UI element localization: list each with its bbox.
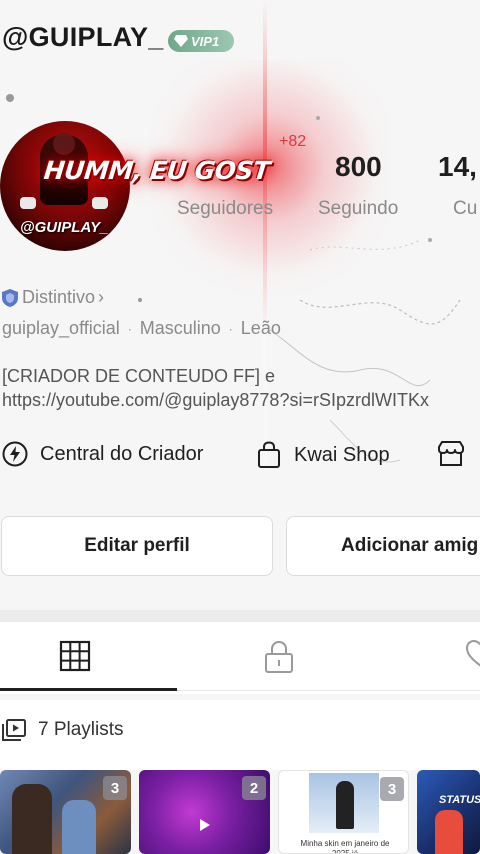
kwai-shop-link[interactable]: Kwai Shop [256, 441, 390, 469]
thumbnail-caption: Minha skin em janeiro de 2025 já [300, 839, 390, 854]
profile-username: @GUIPLAY_ [2, 22, 164, 52]
vip-badge-label: VIP1 [191, 33, 220, 49]
chevron-right-icon: › [98, 287, 105, 307]
section-divider [0, 610, 480, 622]
kwai-shop-label: Kwai Shop [294, 443, 390, 466]
creator-center-link[interactable]: Central do Criador [2, 441, 203, 467]
grid-icon[interactable] [59, 640, 91, 672]
overlay-banner-text: HUMM, EU GOST [42, 156, 272, 185]
likes-count[interactable]: 14, [438, 151, 477, 183]
diamond-icon [174, 35, 188, 47]
playlist-count-badge: 3 [380, 777, 404, 801]
bio-link[interactable]: https://youtube.com/@guiplay8778?si=rSIp… [2, 388, 429, 412]
profile-sign: Leão [240, 318, 281, 338]
badge-label: Distintivo [22, 287, 96, 307]
playlists-header[interactable]: 7 Playlists [2, 719, 124, 741]
light-streak-overlay [263, 0, 267, 560]
add-friend-button[interactable]: Adicionar amig [286, 516, 480, 576]
thumbnail-figure [336, 781, 354, 829]
badge-link[interactable]: Distintivo › [2, 287, 104, 308]
profile-bio: [CRIADOR DE CONTEUDO FF] e https://youtu… [2, 364, 429, 412]
heart-icon[interactable] [466, 640, 480, 668]
bio-line: [CRIADOR DE CONTEUDO FF] e [2, 366, 276, 386]
shield-icon [2, 288, 18, 307]
likes-label[interactable]: Cu [453, 198, 477, 220]
edit-profile-button[interactable]: Editar perfil [1, 516, 273, 576]
playlist-thumbnail[interactable]: 2 [139, 770, 270, 854]
playlist-icon [2, 719, 26, 741]
thumbnail-caption: STATUS [439, 794, 480, 806]
vip-badge[interactable]: VIP1 [168, 30, 234, 52]
separator-dot: · [228, 322, 233, 337]
profile-gender: Masculino [139, 318, 221, 338]
avatar-shoe-right [92, 197, 108, 209]
playlists-label: 7 Playlists [38, 719, 124, 740]
avatar-shoe-left [20, 197, 36, 209]
notification-count: +82 [279, 133, 307, 150]
playlist-count-badge: 3 [103, 776, 127, 800]
separator-dot: · [127, 322, 132, 337]
profile-page: @GUIPLAY_ VIP1 @GUIPLAY_ HUMM, EU GOST +… [0, 0, 480, 854]
following-count[interactable]: 800 [335, 151, 382, 183]
followers-label[interactable]: Seguidores [177, 198, 273, 220]
avatar-watermark: @GUIPLAY_ [20, 219, 109, 236]
content-tab-bar [0, 622, 480, 694]
lightning-icon [2, 441, 28, 467]
playlist-thumbnail[interactable]: STATUS [417, 770, 480, 854]
playlist-thumbnail[interactable]: 3 [0, 770, 131, 854]
store-icon [438, 441, 464, 466]
lock-icon[interactable] [263, 640, 295, 674]
profile-meta: guiplay_official · Masculino · Leão [2, 318, 281, 339]
playlist-thumbnail[interactable]: Minha skin em janeiro de 2025 já 3 [278, 770, 409, 854]
play-icon [200, 819, 210, 831]
thumbnail-figure [435, 810, 463, 854]
shopping-bag-icon [258, 441, 280, 468]
store-link[interactable] [437, 441, 477, 467]
following-label[interactable]: Seguindo [318, 198, 398, 220]
creator-center-label: Central do Criador [40, 442, 204, 465]
playlist-count-badge: 2 [242, 776, 266, 800]
thumbnail-figure [12, 784, 52, 854]
profile-handle: guiplay_official [2, 318, 120, 338]
active-tab-indicator [0, 688, 177, 691]
thumbnail-figure [62, 800, 96, 854]
